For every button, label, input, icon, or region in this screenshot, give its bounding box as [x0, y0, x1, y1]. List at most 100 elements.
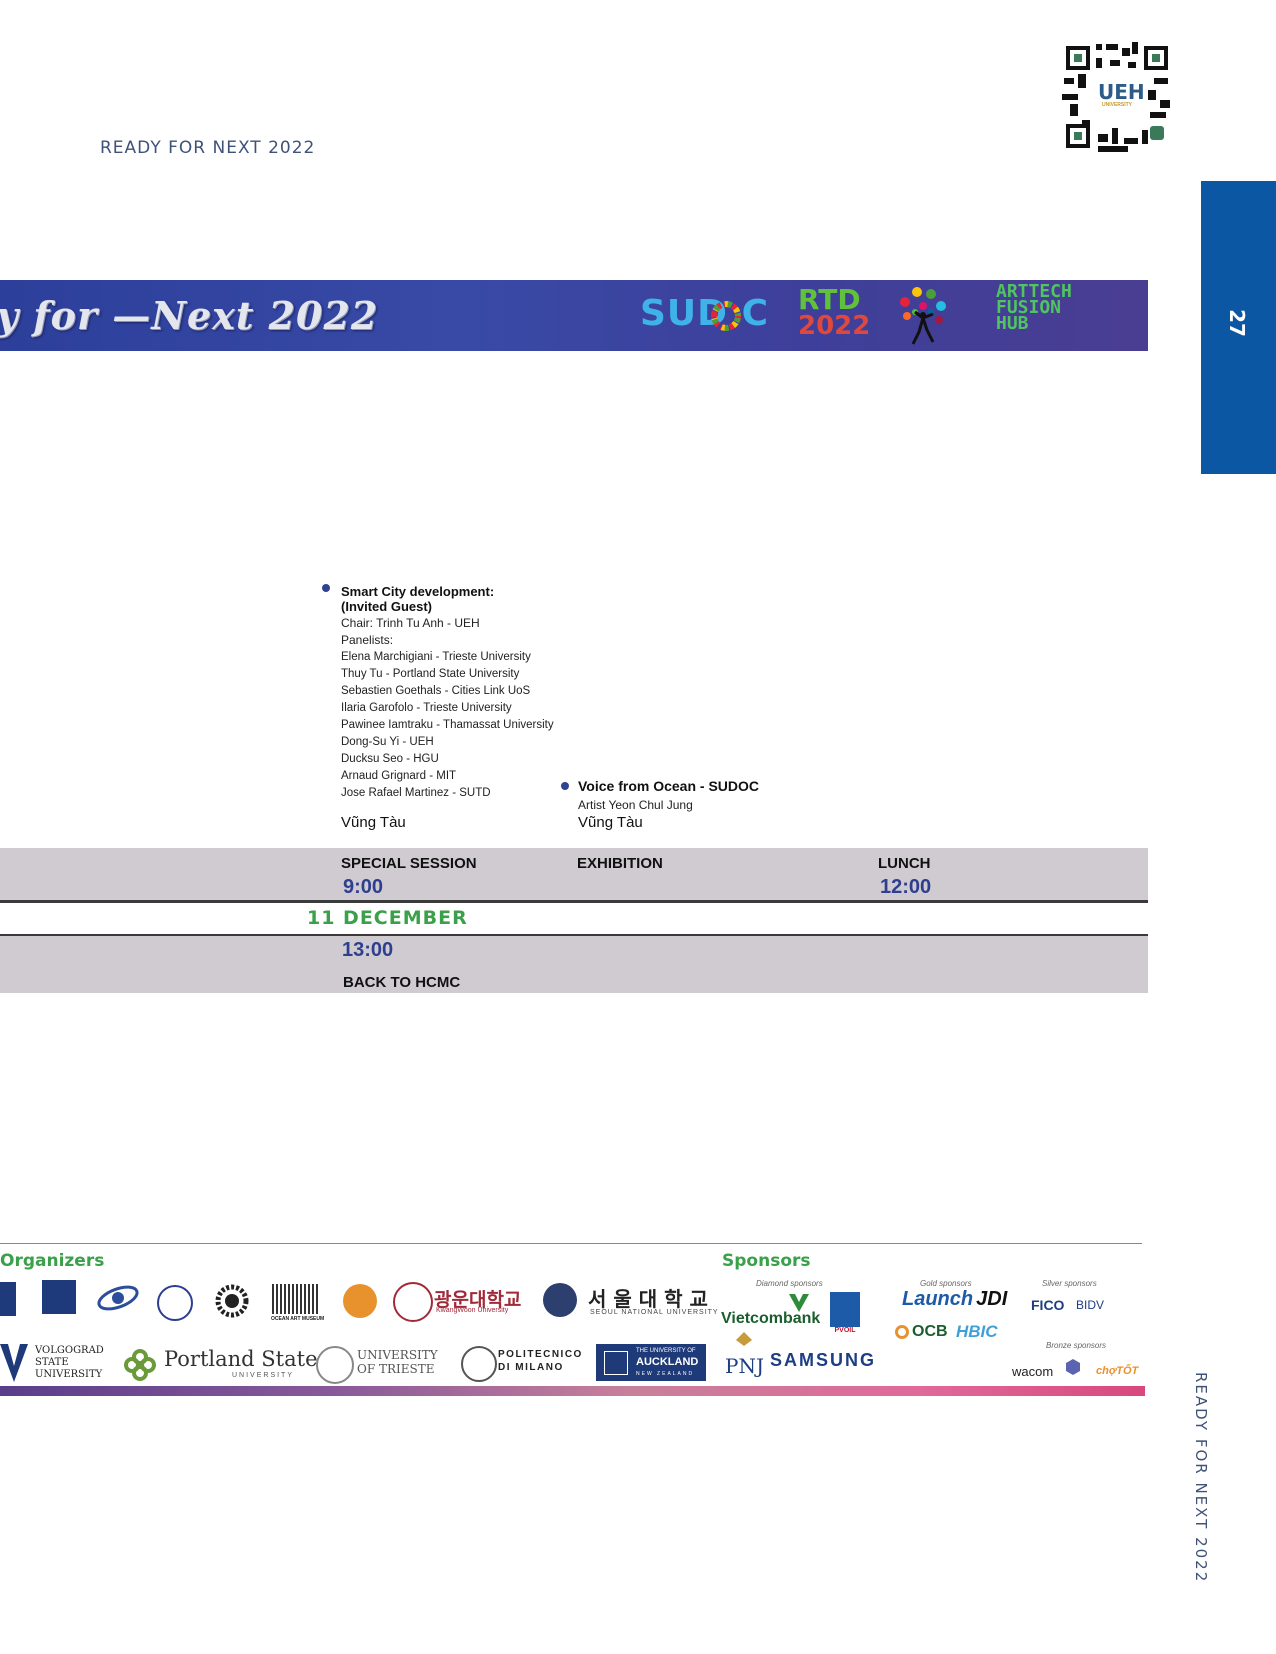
volgograd-line-3: UNIVERSITY [35, 1369, 103, 1380]
schedule-row-2 [0, 936, 1148, 993]
date-heading: 11 DECEMBER [307, 907, 468, 929]
page-number-tab: 27 [1201, 181, 1276, 474]
trieste-line-2: OF TRIESTE [357, 1362, 435, 1376]
auckland-line-2: AUCKLAND [636, 1356, 699, 1368]
pvoil-name: PVOIL [830, 1327, 860, 1334]
university-emblem-icon [343, 1284, 377, 1318]
museum-logo [272, 1284, 318, 1314]
schedule-row-1 [0, 848, 1148, 901]
session-title: Smart City development: [341, 584, 495, 599]
panelist: Pawinee Iamtraku - Thamassat University [341, 719, 554, 731]
footer-gradient-strip [0, 1386, 1145, 1396]
panelist: Arnaud Grignard - MIT [341, 770, 457, 782]
rtd-logo: RTD 2022 [798, 286, 871, 341]
chotot-name: chợTỐT [1096, 1365, 1139, 1377]
event-banner: y for —Next 2022 SUD C RTD 2022 ARTTECH … [0, 280, 1148, 351]
return-label: BACK TO HCMC [343, 974, 461, 991]
page-number: 27 [1224, 309, 1249, 337]
volgograd-line-1: VOLGOGRAD [35, 1345, 104, 1356]
session-chair: Chair: Trinh Tu Anh - UEH [341, 616, 480, 630]
panelist: Dong-Su Yi - UEH [341, 736, 434, 748]
session-place: Vũng Tàu [578, 814, 643, 831]
return-time: 13:00 [342, 939, 394, 961]
polimi-seal-icon [461, 1346, 497, 1382]
session-bullet [561, 782, 569, 790]
session-artist: Artist Yeon Chul Jung [578, 798, 693, 812]
divider [0, 900, 1148, 903]
snu-seal-icon [543, 1283, 577, 1317]
session-subtitle: (Invited Guest) [341, 599, 433, 614]
wacom-name: wacom [1012, 1364, 1054, 1379]
lunch-label: LUNCH [878, 855, 931, 872]
volgograd-line-2: STATE [35, 1357, 69, 1368]
samsung-name: SAMSUNG [770, 1350, 877, 1370]
pnj-icon [736, 1332, 752, 1346]
trieste-name: UNIVERSITY OF TRIESTE [357, 1348, 438, 1376]
panelist: Sebastien Goethals - Cities Link UoS [341, 685, 531, 697]
silver-tier-label: Silver sponsors [1042, 1279, 1097, 1288]
ocb-name: OCB [912, 1323, 948, 1340]
exhibition-label: EXHIBITION [577, 855, 663, 872]
banner-title: y for —Next 2022 [0, 293, 379, 338]
auckland-line-1: THE UNIVERSITY OF [636, 1348, 696, 1354]
polimi-name: POLITECNICO DI MILANO [498, 1348, 583, 1374]
volgograd-name: VOLGOGRAD STATE UNIVERSITY [35, 1345, 104, 1381]
hbic-name: HBIC [956, 1322, 998, 1341]
smart-city-session: Smart City development: (Invited Guest) … [341, 584, 581, 831]
header-title: READY FOR NEXT 2022 [100, 138, 316, 158]
gear-seal-icon [215, 1284, 249, 1318]
rtd-logo-bottom: 2022 [798, 311, 871, 341]
bronze-tier-label: Bronze sponsors [1046, 1341, 1107, 1350]
polimi-line-2: DI MILANO [498, 1362, 564, 1373]
polimi-line-1: POLITECNICO [498, 1349, 583, 1360]
arttech-line-3: HUB [996, 313, 1029, 334]
session-title: Voice from Ocean - SUDOC [578, 778, 760, 794]
special-session-time: 9:00 [343, 876, 384, 898]
launch-logo: Launch JDI [902, 1288, 1007, 1311]
side-vertical-title: READY FOR NEXT 2022 [1182, 1372, 1222, 1584]
organizers-heading: Organizers [0, 1251, 105, 1271]
fico-name: FICO [1031, 1297, 1065, 1313]
auckland-line-3: NEW ZEALAND [636, 1371, 695, 1377]
bidv-name: BIDV [1076, 1298, 1105, 1312]
sudoc-logo-text: SUD C [640, 293, 769, 334]
ocb-icon [895, 1325, 909, 1339]
session-place: Vũng Tàu [341, 814, 406, 831]
panelist: Jose Rafael Martinez - SUTD [341, 787, 491, 799]
gold-tier-label: Gold sponsors [920, 1279, 972, 1288]
snu-name-en: SEOUL NATIONAL UNIVERSITY [590, 1309, 719, 1316]
panelist: Thuy Tu - Portland State University [341, 668, 520, 680]
sudoc-logo: SUD C [640, 293, 769, 334]
kwangwoon-seal-icon [393, 1282, 433, 1322]
special-session-label: SPECIAL SESSION [341, 855, 477, 872]
pnj-name: PNJ [725, 1354, 764, 1378]
qr-label: UEH [1098, 80, 1145, 104]
auckland-crest-icon [604, 1351, 628, 1375]
trieste-line-1: UNIVERSITY [357, 1348, 438, 1362]
voice-ocean-session: Voice from Ocean - SUDOC Artist Yeon Chu… [578, 778, 838, 831]
sdg-wheel-icon [711, 301, 741, 331]
lunch-time: 12:00 [880, 876, 932, 898]
panelist: Elena Marchigiani - Trieste University [341, 651, 531, 663]
qr-sublabel: UNIVERSITY [1102, 102, 1133, 108]
jdi-name: JDI [976, 1288, 1008, 1310]
vietcombank-name: Vietcombank [721, 1310, 821, 1327]
portland-state-icon [124, 1349, 156, 1381]
kwangwoon-name-en: KwangWoon University [436, 1307, 509, 1314]
portland-state-sub: UNIVERSITY [232, 1372, 295, 1379]
organizer-logo [0, 1282, 16, 1316]
qr-code: UEH UNIVERSITY [1058, 38, 1176, 156]
university-seal-icon [157, 1285, 193, 1321]
launch-name: Launch [902, 1288, 974, 1310]
diamond-tier-label: Diamond sponsors [756, 1279, 823, 1288]
university-crest-icon [42, 1280, 76, 1314]
auckland-logo: THE UNIVERSITY OF AUCKLAND NEW ZEALAND [596, 1344, 706, 1381]
trieste-seal-icon [316, 1346, 354, 1384]
arttech-logo: ARTTECH FUSION HUB [996, 283, 1072, 334]
side-vertical-text: READY FOR NEXT 2022 [1192, 1372, 1210, 1584]
portland-state-name: Portland State [164, 1347, 318, 1371]
volgograd-v-icon [0, 1344, 28, 1382]
session-bullet [322, 584, 330, 592]
orbit-logo-icon [97, 1285, 139, 1311]
pvoil-logo: PVOIL [830, 1292, 860, 1334]
